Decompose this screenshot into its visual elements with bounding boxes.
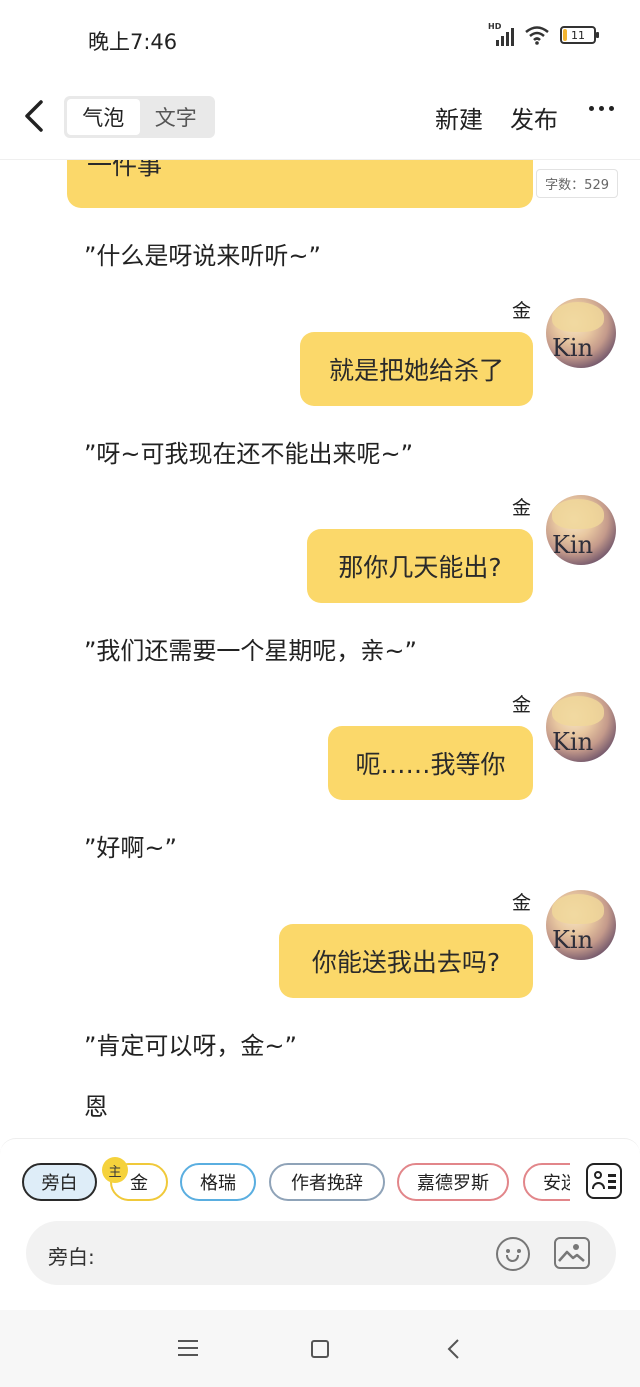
publish-button[interactable]: 发布 <box>510 100 558 135</box>
speaker-name: 金 <box>511 892 531 914</box>
message-bubble[interactable]: 呃……我等你 <box>328 726 533 800</box>
message-input[interactable] <box>116 1237 486 1269</box>
avatar[interactable]: Kin <box>546 692 616 762</box>
avatar[interactable]: Kin <box>546 495 616 565</box>
avatar-caption: Kin <box>552 334 594 362</box>
mode-switch: 气泡 文字 <box>64 96 215 138</box>
message-bubble[interactable]: 一件事 <box>67 160 533 208</box>
narration-line[interactable]: 恩 <box>84 1087 108 1122</box>
image-icon[interactable] <box>554 1237 590 1269</box>
narration-line[interactable]: ”我们还需要一个星期呢，亲~” <box>84 631 417 666</box>
emoji-icon[interactable] <box>496 1237 530 1271</box>
speaker-name: 金 <box>511 300 531 322</box>
role-chip[interactable]: 安迷 <box>523 1163 570 1201</box>
role-chip[interactable]: 嘉德罗斯 <box>397 1163 509 1201</box>
more-icon[interactable] <box>589 106 614 111</box>
speaker-name: 金 <box>511 497 531 519</box>
status-icons: HD 11 <box>488 22 599 46</box>
role-manage-icon[interactable] <box>586 1163 622 1199</box>
message-bubble[interactable]: 那你几天能出? <box>307 529 533 603</box>
main-role-badge: 主 <box>102 1157 128 1183</box>
status-time: 晚上7:46 <box>88 30 178 54</box>
chevron-left-icon <box>25 100 43 132</box>
tab-bubble[interactable]: 气泡 <box>67 99 140 135</box>
signal-icon: HD <box>488 22 514 46</box>
composer-panel: 主 旁白 金 格瑞 作者挽辞 嘉德罗斯 安迷 旁白: <box>0 1138 640 1310</box>
message-bubble[interactable]: 就是把她给杀了 <box>300 332 533 406</box>
message-bubble[interactable]: 你能送我出去吗? <box>279 924 533 998</box>
current-role-label: 旁白: <box>48 1245 95 1269</box>
message-input-box: 旁白: <box>26 1221 616 1285</box>
avatar[interactable]: Kin <box>546 890 616 960</box>
wifi-icon <box>524 25 550 45</box>
word-count-badge: 字数：529 <box>536 169 618 198</box>
status-bar: 晚上7:46 HD 11 <box>0 0 640 76</box>
battery-fill <box>563 29 567 41</box>
speaker-name: 金 <box>511 694 531 716</box>
narration-line[interactable]: ”肯定可以呀，金~” <box>84 1026 297 1061</box>
battery-level: 11 <box>571 28 585 42</box>
narration-line[interactable]: ”好啊~” <box>84 828 177 863</box>
new-button[interactable]: 新建 <box>435 100 483 135</box>
avatar-caption: Kin <box>552 728 594 756</box>
network-type: HD <box>488 22 502 31</box>
role-chip[interactable]: 格瑞 <box>180 1163 256 1201</box>
role-chip[interactable]: 作者挽辞 <box>269 1163 385 1201</box>
avatar-caption: Kin <box>552 926 594 954</box>
narration-line[interactable]: ”什么是呀说来听听~” <box>84 236 321 271</box>
home-icon[interactable] <box>311 1340 329 1358</box>
recent-apps-icon[interactable] <box>178 1340 198 1356</box>
avatar[interactable]: Kin <box>546 298 616 368</box>
avatar-caption: Kin <box>552 531 594 559</box>
battery-icon: 11 <box>560 26 599 44</box>
editor-header: 气泡 文字 新建 发布 <box>0 76 640 160</box>
role-chip[interactable]: 旁白 <box>22 1163 97 1201</box>
chat-area[interactable]: 一件事 字数：529 ”什么是呀说来听听~” 金 Kin 就是把她给杀了 ”呀~… <box>0 160 640 1138</box>
tab-text[interactable]: 文字 <box>140 99 213 135</box>
narration-line[interactable]: ”呀~可我现在还不能出来呢~” <box>84 434 413 469</box>
back-nav-icon[interactable] <box>446 1338 460 1360</box>
back-button[interactable] <box>14 94 54 138</box>
system-nav-bar <box>0 1310 640 1387</box>
